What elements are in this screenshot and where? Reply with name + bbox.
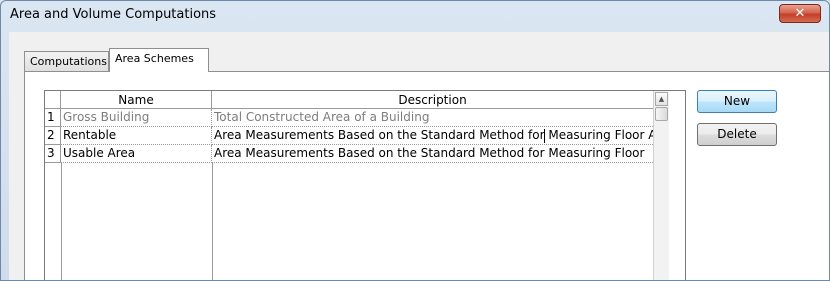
new-button[interactable]: New (697, 90, 777, 113)
close-icon: ✕ (794, 6, 806, 21)
tab-area-schemes[interactable]: Area Schemes (109, 48, 209, 72)
dialog-body: Computations Area Schemes Name Descripti… (9, 32, 829, 280)
scheme-name-cell[interactable]: Usable Area (61, 145, 212, 163)
row-number: 3 (45, 145, 61, 163)
name-column-line (212, 163, 213, 280)
scroll-up-button[interactable]: ▲ (655, 92, 668, 106)
row-number-column-line (61, 163, 62, 280)
name-column-header[interactable]: Name (61, 91, 212, 109)
table-row[interactable]: 3 Usable Area Area Measurements Based on… (45, 145, 653, 163)
area-schemes-table: Name Description 1 Gross Building Total … (44, 90, 686, 280)
scheme-name-cell[interactable]: Gross Building (61, 109, 212, 127)
delete-button[interactable]: Delete (697, 123, 777, 146)
dialog-title: Area and Volume Computations (10, 7, 217, 22)
tab-computations[interactable]: Computations (24, 51, 109, 71)
row-number: 2 (45, 127, 61, 145)
scheme-description-cell[interactable]: Area Measurements Based on the Standard … (212, 145, 653, 163)
table-row[interactable]: 2 Rentable Area Measurements Based on th… (45, 127, 653, 145)
scheme-description-cell[interactable]: Total Constructed Area of a Building (212, 109, 653, 127)
vertical-scrollbar[interactable]: ▲ (653, 91, 669, 280)
row-number: 1 (45, 109, 61, 127)
table-row[interactable]: 1 Gross Building Total Constructed Area … (45, 109, 653, 127)
tab-strip: Computations Area Schemes (9, 32, 829, 72)
title-bar[interactable]: Area and Volume Computations ✕ (1, 1, 829, 31)
description-column-header[interactable]: Description (212, 91, 653, 109)
row-number-header (45, 91, 61, 109)
scheme-name-cell[interactable]: Rentable (61, 127, 212, 145)
dialog-window: Area and Volume Computations ✕ Computati… (0, 0, 830, 281)
scroll-thumb[interactable] (655, 107, 668, 121)
close-button[interactable]: ✕ (779, 4, 821, 23)
scheme-description-cell[interactable]: Area Measurements Based on the Standard … (212, 127, 653, 145)
chevron-up-icon: ▲ (658, 95, 665, 103)
text-cursor (544, 129, 545, 143)
